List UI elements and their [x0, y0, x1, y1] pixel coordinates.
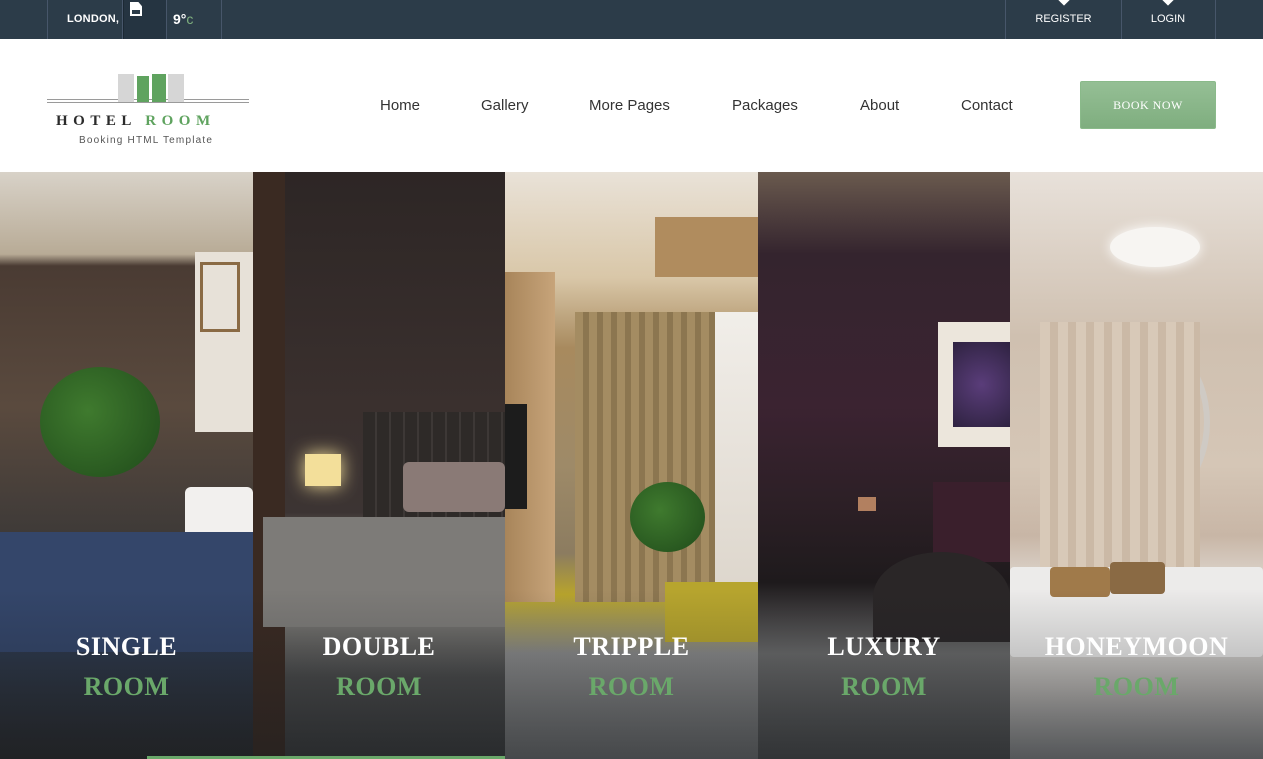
weather-icon [123, 0, 167, 39]
logo-building-icon [152, 74, 166, 102]
ceiling-wood [655, 217, 758, 277]
top-bar: LONDON, 9°c REGISTER LOGIN [0, 0, 1263, 39]
temperature-unit: c [186, 11, 194, 27]
nav-packages[interactable]: Packages [732, 97, 798, 114]
pillow-image [403, 462, 505, 512]
logo-subtitle: Booking HTML Template [79, 135, 214, 146]
hotel-logo[interactable]: HOTEL ROOM Booking HTML Template [47, 71, 249, 151]
logo-title-part1: HOTEL [56, 113, 137, 129]
room-subtitle: ROOM [588, 672, 675, 701]
room-subtitle: ROOM [83, 672, 170, 701]
room-title: LUXURY [827, 632, 941, 661]
room-panel-single[interactable]: SINGLE ROOM [0, 172, 253, 759]
room-panel-tripple[interactable]: TRIPPLE ROOM [505, 172, 758, 759]
nav-contact[interactable]: Contact [961, 97, 1013, 114]
logo-title-part2: ROOM [145, 113, 216, 129]
temperature-value: 9° [173, 11, 187, 27]
caret-icon [1057, 0, 1070, 6]
shelf-frame [200, 262, 240, 332]
site-header: HOTEL ROOM Booking HTML Template Home Ga… [0, 39, 1263, 172]
room-panel-double[interactable]: DOUBLE ROOM [253, 172, 505, 759]
logo-line [47, 102, 249, 103]
painting-image [953, 342, 1010, 427]
city-label: LONDON, [47, 0, 123, 39]
register-label: REGISTER [1035, 13, 1092, 25]
login-label: LOGIN [1150, 13, 1186, 25]
nav-gallery[interactable]: Gallery [481, 97, 529, 114]
register-link[interactable]: REGISTER [1005, 0, 1122, 39]
headboard-image [933, 482, 1010, 562]
curtain-image [575, 312, 715, 602]
logo-title: HOTEL ROOM [56, 113, 216, 130]
lamp-icon [858, 497, 876, 511]
room-showcase: SINGLE ROOM DOUBLE ROOM TRIPPLE ROOM LUX… [0, 172, 1263, 759]
plant-image [630, 482, 705, 552]
caret-icon [1162, 0, 1174, 6]
room-panel-luxury[interactable]: LUXURY ROOM [758, 172, 1010, 759]
nav-home[interactable]: Home [380, 97, 420, 114]
room-title: SINGLE [75, 632, 178, 661]
room-subtitle: ROOM [1093, 672, 1180, 701]
room-subtitle: ROOM [841, 672, 927, 701]
login-link[interactable]: LOGIN [1121, 0, 1216, 39]
tv-image [505, 404, 527, 509]
logo-building-icon [118, 74, 134, 102]
room-title: TRIPPLE [573, 632, 690, 661]
room-title: DOUBLE [322, 632, 436, 661]
plant-image [40, 367, 160, 477]
temperature: 9°c [166, 0, 222, 39]
room-subtitle: ROOM [336, 672, 422, 701]
curtain-image [1040, 322, 1200, 572]
room-panel-honeymoon[interactable]: HONEYMOON ROOM [1010, 172, 1263, 759]
nav-more-pages[interactable]: More Pages [589, 97, 670, 114]
ceiling-light-icon [1110, 227, 1200, 267]
logo-building-icon [168, 74, 184, 102]
nav-about[interactable]: About [860, 97, 899, 114]
book-now-button[interactable]: BOOK NOW [1080, 81, 1216, 129]
logo-building-icon [137, 76, 149, 102]
window-image [715, 312, 758, 592]
room-title: HONEYMOON [1044, 632, 1229, 661]
lamp-icon [305, 454, 341, 486]
